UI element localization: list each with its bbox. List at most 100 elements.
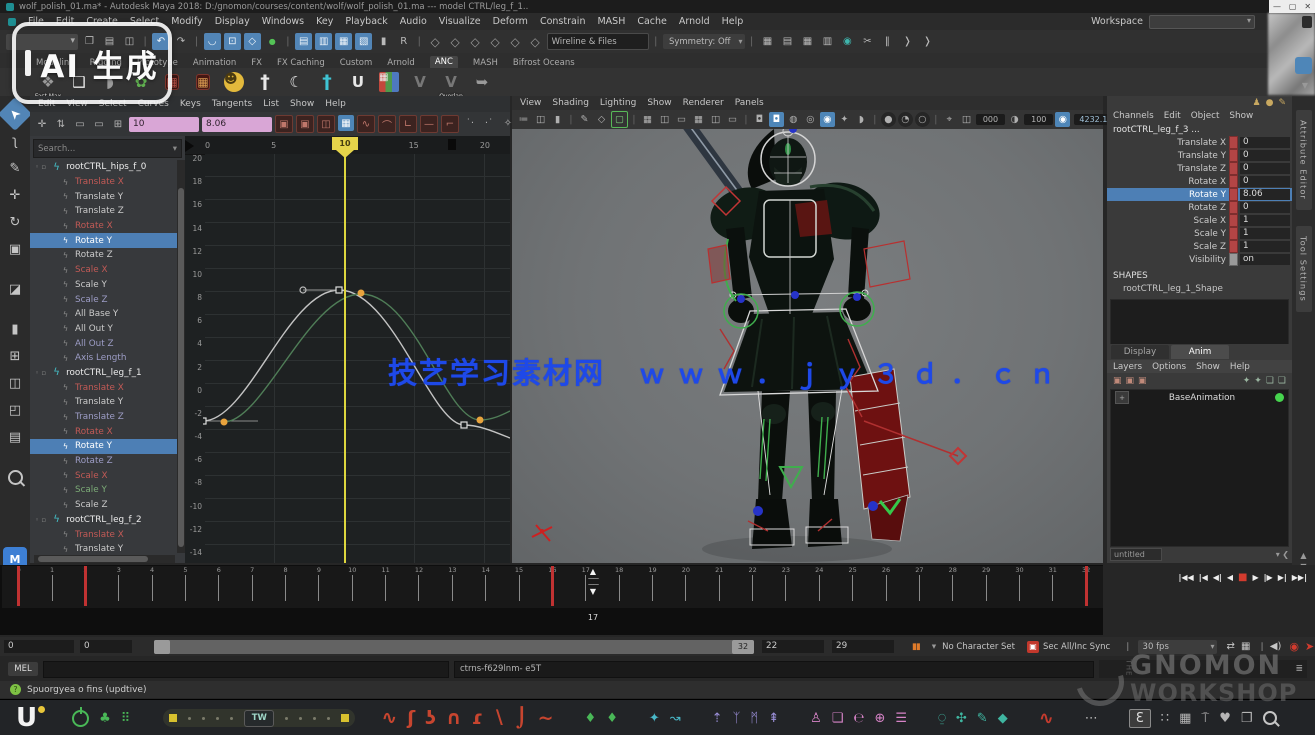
shelf-tab[interactable]: Custom — [340, 58, 373, 68]
channel-row[interactable]: ϟ rootCTRL_leg_f_2 — [30, 513, 177, 528]
timeline-frame-cell[interactable]: 30 — [1003, 566, 1036, 608]
u-plugin-logo[interactable]: U — [16, 705, 37, 731]
menu-item[interactable]: Visualize — [439, 16, 481, 27]
layer-editor-menu-item[interactable]: Help — [1230, 362, 1250, 372]
dots-grid-icon[interactable]: ⠿ — [121, 711, 131, 726]
output-icon[interactable]: ▧ — [355, 33, 372, 50]
rotate-tool[interactable]: ↻ — [3, 210, 27, 234]
safe-action-icon[interactable]: ▭ — [725, 112, 740, 127]
resolution-gate-icon[interactable]: ▭ — [674, 112, 689, 127]
anim-end-field[interactable]: 29 — [832, 640, 894, 653]
teal-stand-icon[interactable]: ⍜ — [938, 711, 946, 726]
outliner-vertical-scrollbar[interactable] — [177, 160, 185, 553]
layout-outliner-button[interactable]: ▤ — [3, 425, 27, 449]
gamma-icon2[interactable]: ◑ — [1007, 112, 1022, 127]
viewport-menu-item[interactable]: Panels — [735, 98, 764, 108]
show-manip-icon[interactable]: ♟ — [1253, 98, 1261, 108]
shelf-arrow-icon[interactable]: ➥ — [470, 70, 494, 94]
key-time-field[interactable]: 10 — [129, 117, 199, 132]
snap-state-icon[interactable]: ● — [264, 33, 281, 50]
cyan-arrow-icon[interactable]: ↝ — [670, 711, 681, 726]
tangent-hook-icon[interactable]: ɾ — [471, 709, 482, 728]
new-layer-icon[interactable]: ▣ — [1113, 376, 1122, 386]
shaded-icon[interactable]: ◘ — [752, 112, 767, 127]
channel-row[interactable]: ϟ Translate Y — [30, 395, 177, 410]
status-icon[interactable]: ❘ — [284, 33, 292, 50]
ellipsis-icon[interactable]: ⋯ — [1085, 711, 1098, 726]
gamma-value[interactable]: 100 — [1024, 114, 1053, 125]
channel-value-field[interactable]: on — [1240, 254, 1290, 265]
channel-key-indicator[interactable] — [1229, 214, 1238, 227]
channel-key-indicator[interactable] — [1229, 136, 1238, 149]
status-icon[interactable]: ❘ — [192, 33, 200, 50]
snap-curve-icon[interactable]: ⊡ — [224, 33, 241, 50]
layout-four-button[interactable]: ⊞ — [3, 344, 27, 368]
cut-icon[interactable]: ✂ — [859, 33, 876, 50]
channel-value-field[interactable]: 0 — [1240, 202, 1290, 213]
graph-editor-menu-item[interactable]: Help — [325, 99, 346, 109]
channel-box-row[interactable]: Translate X 0 — [1107, 136, 1292, 149]
play-forwards-button[interactable]: ▶ — [1252, 573, 1258, 582]
viewport-icon[interactable]: ❘ — [567, 112, 575, 127]
channel-row[interactable]: ϟ All Out Y — [30, 322, 177, 337]
select-layer-icon[interactable]: ❏ — [1278, 376, 1286, 386]
timeline-frame-cell[interactable]: 7 — [236, 566, 269, 608]
channel-row[interactable]: ϟ Scale X — [30, 263, 177, 278]
loop-icon[interactable]: ⇄ — [1227, 641, 1235, 652]
menu-item[interactable]: Key — [316, 16, 333, 27]
channel-row[interactable]: ϟ Rotate X — [30, 219, 177, 234]
channel-row[interactable]: ϟ Rotate Z — [30, 454, 177, 469]
new-layer-empty-icon[interactable]: ▣ — [1138, 376, 1147, 386]
charset-caret-icon[interactable]: ▾ — [932, 642, 936, 652]
curve-view[interactable]: 05101520 10 20181614121086420-2-4-6-8-10… — [185, 136, 510, 563]
timeline-frame-cell[interactable]: 24 — [803, 566, 836, 608]
layer-editor-menu-item[interactable]: Show — [1196, 362, 1220, 372]
linear-tangent-icon[interactable]: ∟ — [399, 115, 417, 133]
retime-icon[interactable]: ⊞ — [110, 116, 126, 132]
channel-row[interactable]: ϟ Rotate Z — [30, 248, 177, 263]
viewport-icon[interactable]: ❘ — [871, 112, 879, 127]
channel-row[interactable]: ϟ Translate Z — [30, 410, 177, 425]
move-down-icon[interactable]: ✦ — [1254, 376, 1262, 386]
channel-key-indicator[interactable] — [1229, 149, 1238, 162]
layer-active-dot[interactable] — [1275, 393, 1284, 402]
channel-box-menu-item[interactable]: Show — [1229, 111, 1253, 121]
gate-mask-icon[interactable]: ▦ — [691, 112, 706, 127]
channel-row[interactable]: ϟ Translate X — [30, 380, 177, 395]
viewport-canvas[interactable] — [512, 129, 1103, 563]
channel-value-field[interactable]: 1 — [1240, 228, 1290, 239]
shelf-u-tool-icon[interactable]: U — [346, 70, 370, 94]
menu-item[interactable]: Windows — [262, 16, 304, 27]
channel-row[interactable]: ϟ Scale Y — [30, 483, 177, 498]
graph-editor-menu-item[interactable]: List — [263, 99, 279, 109]
tween-key-left-icon[interactable] — [169, 714, 177, 722]
shelf-coin-icon[interactable]: ☻ — [222, 70, 246, 94]
tool-icon[interactable] — [3, 492, 27, 544]
timeline-frame-cell[interactable]: 13 — [436, 566, 469, 608]
menu-item[interactable]: Display — [215, 16, 250, 27]
playback-end-field[interactable]: 22 — [762, 640, 824, 653]
field-chart-icon[interactable]: ◫ — [708, 112, 723, 127]
range-left-handle[interactable] — [154, 640, 170, 654]
go-to-start-button[interactable]: |◀◀ — [1178, 573, 1193, 582]
set-key-icon[interactable]: ▮▮ — [912, 642, 920, 652]
shelf-tab[interactable]: Animation — [193, 58, 236, 68]
last-tool[interactable]: ◪ — [3, 277, 27, 301]
shelf-tab[interactable]: FX — [251, 58, 262, 68]
tool-icon[interactable] — [3, 264, 27, 274]
symmetry-select[interactable]: Symmetry: Off — [663, 34, 745, 49]
timeline-playhead[interactable]: ▲————▼ — [584, 568, 602, 596]
shelf-color-grid-icon[interactable]: ▦ — [377, 70, 401, 94]
channel-box-row[interactable]: Rotate Y 8.06 — [1107, 188, 1292, 201]
frame-selection-icon[interactable]: ▣ — [296, 115, 314, 133]
channel-box-row[interactable]: Rotate Z 0 — [1107, 201, 1292, 214]
channel-box-menu-item[interactable]: Edit — [1164, 111, 1181, 121]
timeline-frame-cell[interactable]: 27 — [903, 566, 936, 608]
timeline-frame-cell[interactable]: 31 — [1036, 566, 1069, 608]
channel-box-row[interactable]: Translate Z 0 — [1107, 162, 1292, 175]
channel-key-indicator[interactable] — [1229, 201, 1238, 214]
green-drop2-icon[interactable]: ♦ — [606, 711, 618, 726]
timeline-frame-cell[interactable]: 15 — [502, 566, 535, 608]
pink-ear-icon[interactable]: ℮ — [853, 711, 864, 726]
menu-item[interactable]: Playback — [345, 16, 387, 27]
